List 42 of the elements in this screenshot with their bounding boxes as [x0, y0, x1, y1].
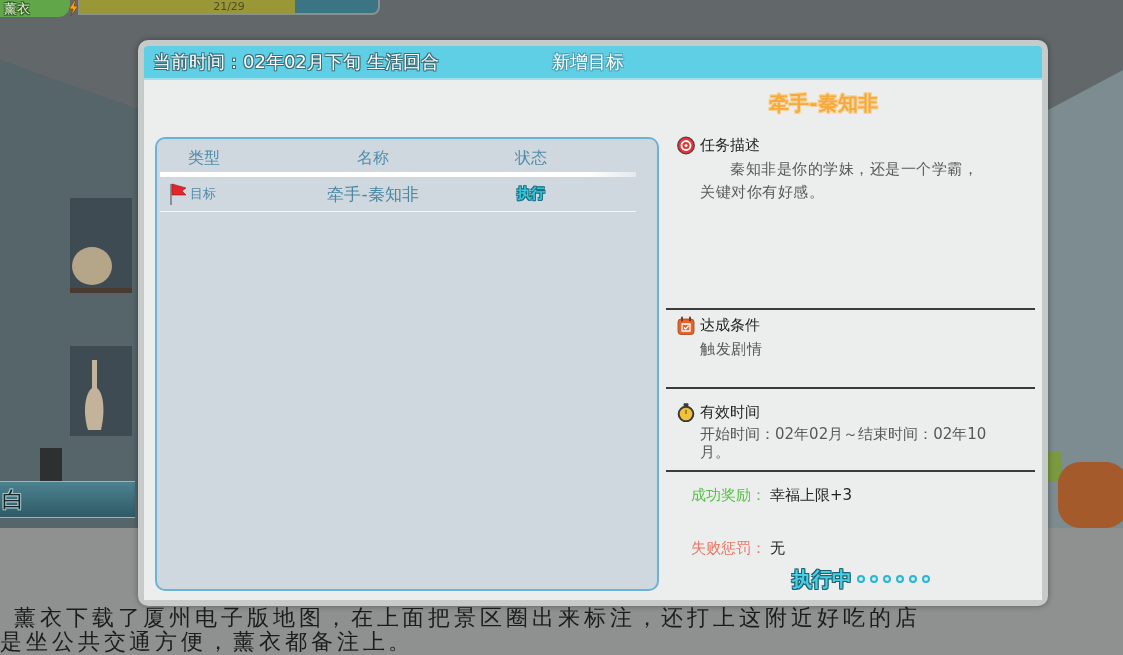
task-status: 执行	[517, 185, 545, 203]
section-text: 触发剧情	[700, 339, 763, 360]
reward-label: 成功奖励：	[691, 485, 766, 505]
stamina-reading: 21/29	[213, 0, 245, 13]
dot-icon	[921, 575, 930, 583]
dark-post	[40, 448, 62, 481]
progress-status: 执行中	[791, 568, 852, 590]
sofa	[1058, 462, 1123, 528]
penalty-label: 失败惩罚：	[691, 538, 766, 558]
flag-icon	[168, 182, 188, 206]
dot-icon	[856, 575, 865, 583]
speaker-name: 白	[1, 486, 24, 513]
column-header: 名称	[357, 148, 389, 168]
section-heading: 任务描述	[700, 136, 760, 154]
dot-icon	[869, 575, 878, 583]
shelf-ledge	[70, 288, 132, 293]
task-type: 目标	[190, 185, 216, 203]
task-row[interactable]: 目标 牵手-秦知非 执行	[160, 177, 636, 212]
task-name: 牵手-秦知非	[327, 183, 419, 205]
dot-icon	[908, 575, 917, 583]
task-title: 牵手-秦知非	[769, 90, 878, 116]
character-name: 薰衣	[0, 0, 70, 17]
column-header: 状态	[515, 148, 547, 168]
dialogue-text: 薰衣下载了厦州电子版地图，在上面把景区圈出来标注，还打上这附近好吃的店	[13, 606, 922, 630]
current-time-text: 当前时间：02年02月下旬 生活回合	[153, 51, 439, 73]
reward-value: 幸福上限+3	[770, 485, 853, 505]
dialog-title: 新增目标	[552, 51, 624, 73]
section-heading: 达成条件	[700, 316, 760, 334]
dot-icon	[882, 575, 891, 583]
dot-icon	[895, 575, 904, 583]
dialogue-text: 是坐公共交通方便，薰衣都备注上。	[0, 630, 416, 654]
section-heading: 有效时间	[700, 403, 760, 421]
vase	[72, 247, 112, 285]
stopwatch-icon	[677, 402, 695, 422]
bottle	[85, 360, 104, 430]
section-text: 秦知非是你的学妹，还是一个学霸，关键对你有好感。	[700, 159, 979, 203]
section-text: 开始时间：02年02月～结束时间：02年10月。	[700, 425, 988, 461]
column-header: 类型	[188, 148, 220, 168]
target-icon	[677, 135, 695, 155]
penalty-value: 无	[770, 538, 785, 558]
lightning-icon	[68, 0, 79, 16]
calendar-check-icon	[677, 315, 695, 335]
